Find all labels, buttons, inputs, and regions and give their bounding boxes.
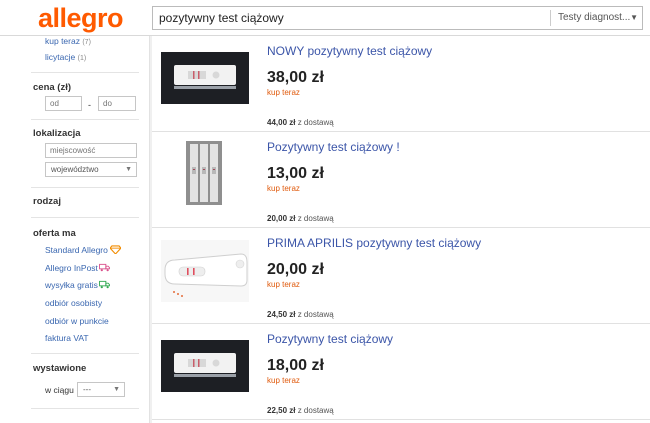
listed-within-value: --- [83, 385, 91, 394]
shipping-suffix: z dostawą [297, 310, 334, 319]
listing-price: 20,00 zł [267, 261, 324, 278]
price-to-input[interactable] [98, 96, 136, 111]
divider [31, 119, 139, 120]
listing-title[interactable]: Pozytywny test ciążowy [267, 332, 393, 346]
listing-title[interactable]: PRIMA APRILIS pozytywny test ciążowy [267, 236, 481, 250]
listing-buy-type: kup teraz [267, 184, 300, 193]
shipping-suffix: z dostawą [297, 406, 334, 415]
shipping-suffix: z dostawą [297, 214, 334, 223]
listed-within-label: w ciągu [45, 385, 74, 395]
product-thumbnail[interactable] [161, 240, 249, 302]
listing-buy-type: kup teraz [267, 280, 300, 289]
price-range-dash: - [88, 100, 91, 110]
listing-item[interactable]: Pozytywny test ciążowy ! 13,00 zł kup te… [152, 132, 650, 228]
filter-allegro-inpost[interactable]: Allegro InPost [45, 263, 98, 273]
location-filter-title: lokalizacja [33, 128, 81, 139]
price-from-input[interactable] [45, 96, 82, 111]
divider [31, 72, 139, 73]
listing-price: 18,00 zł [267, 357, 324, 374]
listing-item[interactable]: NOWY pozytywny test ciążowy 38,00 zł kup… [152, 36, 650, 132]
filter-count: (1) [77, 55, 87, 62]
search-bar: Testy diagnost... ▼ [152, 6, 643, 30]
region-select-value: województwo [51, 165, 99, 174]
shipping-price: 20,00 zł [267, 214, 296, 223]
filter-label: odbiór w punkcie [45, 316, 109, 326]
listing-item[interactable]: PRIMA APRILIS pozytywny test ciążowy 20,… [152, 228, 650, 324]
filter-label: kup teraz [45, 36, 80, 46]
free-shipping-truck-icon [99, 280, 110, 289]
filter-label: faktura VAT [45, 333, 89, 343]
price-filter-title: cena (zł) [33, 82, 72, 93]
filter-label: Allegro InPost [45, 263, 98, 273]
listing-price: 38,00 zł [267, 69, 324, 86]
chevron-down-icon: ▼ [113, 386, 120, 393]
shipping-price: 22,50 zł [267, 406, 296, 415]
shipping-suffix: z dostawą [297, 118, 334, 127]
listing-shipping: 22,50 zł z dostawą [267, 406, 334, 415]
listing-shipping: 24,50 zł z dostawą [267, 310, 334, 319]
product-thumbnail[interactable] [186, 141, 222, 205]
listing-price: 13,00 zł [267, 165, 324, 182]
listing-buy-type: kup teraz [267, 88, 300, 97]
offer-filter-title: oferta ma [33, 228, 76, 239]
listing-shipping: 44,00 zł z dostawą [267, 118, 334, 127]
filter-odbior-w-punkcie[interactable]: odbiór w punkcie [45, 316, 109, 326]
filter-label: Standard Allegro [45, 245, 108, 255]
filter-label: licytacje [45, 52, 76, 62]
divider [31, 187, 139, 188]
listing-buy-type: kup teraz [267, 376, 300, 385]
listing-shipping: 20,00 zł z dostawą [267, 214, 334, 223]
search-category-select[interactable]: Testy diagnost... ▼ [550, 10, 643, 26]
divider [31, 408, 139, 409]
diamond-icon [110, 245, 121, 254]
listed-filter-title: wystawione [33, 363, 87, 374]
listing-title[interactable]: NOWY pozytywny test ciążowy [267, 44, 432, 58]
divider [31, 353, 139, 354]
filter-label: odbiór osobisty [45, 298, 103, 308]
listed-within-select[interactable]: --- ▼ [77, 382, 125, 397]
listing-item[interactable]: Pozytywny test ciążowy 18,00 zł kup tera… [152, 324, 650, 420]
shipping-price: 24,50 zł [267, 310, 296, 319]
filter-free-shipping[interactable]: wysyłka gratis [45, 280, 98, 290]
rodzaj-filter-title[interactable]: rodzaj [33, 196, 61, 207]
filter-label: wysyłka gratis [45, 280, 98, 290]
shipping-price: 44,00 zł [267, 118, 296, 127]
filter-faktura-vat[interactable]: faktura VAT [45, 333, 89, 343]
filter-licytacje[interactable]: licytacje (1) [45, 52, 86, 62]
filters-sidebar: kup teraz (7) licytacje (1) cena (zł) - … [0, 36, 150, 423]
filter-standard-allegro[interactable]: Standard Allegro [45, 245, 108, 255]
filter-kup-teraz[interactable]: kup teraz (7) [45, 36, 91, 46]
chevron-down-icon: ▼ [125, 166, 132, 173]
filter-odbior-osobisty[interactable]: odbiór osobisty [45, 298, 102, 308]
region-select[interactable]: województwo ▼ [45, 162, 137, 177]
inpost-truck-icon [99, 263, 110, 272]
product-thumbnail[interactable] [161, 52, 249, 104]
allegro-logo[interactable]: allegro [38, 3, 124, 34]
product-thumbnail[interactable] [161, 340, 249, 392]
top-header: allegro Testy diagnost... ▼ [0, 0, 650, 36]
divider [31, 217, 139, 218]
results-list: NOWY pozytywny test ciążowy 38,00 zł kup… [152, 36, 650, 423]
listing-title[interactable]: Pozytywny test ciążowy ! [267, 140, 400, 154]
filter-count: (7) [82, 39, 91, 46]
chevron-down-icon: ▼ [630, 13, 638, 22]
search-category-label: Testy diagnost... [558, 12, 631, 23]
search-input[interactable] [153, 7, 548, 29]
city-input[interactable] [45, 143, 137, 158]
